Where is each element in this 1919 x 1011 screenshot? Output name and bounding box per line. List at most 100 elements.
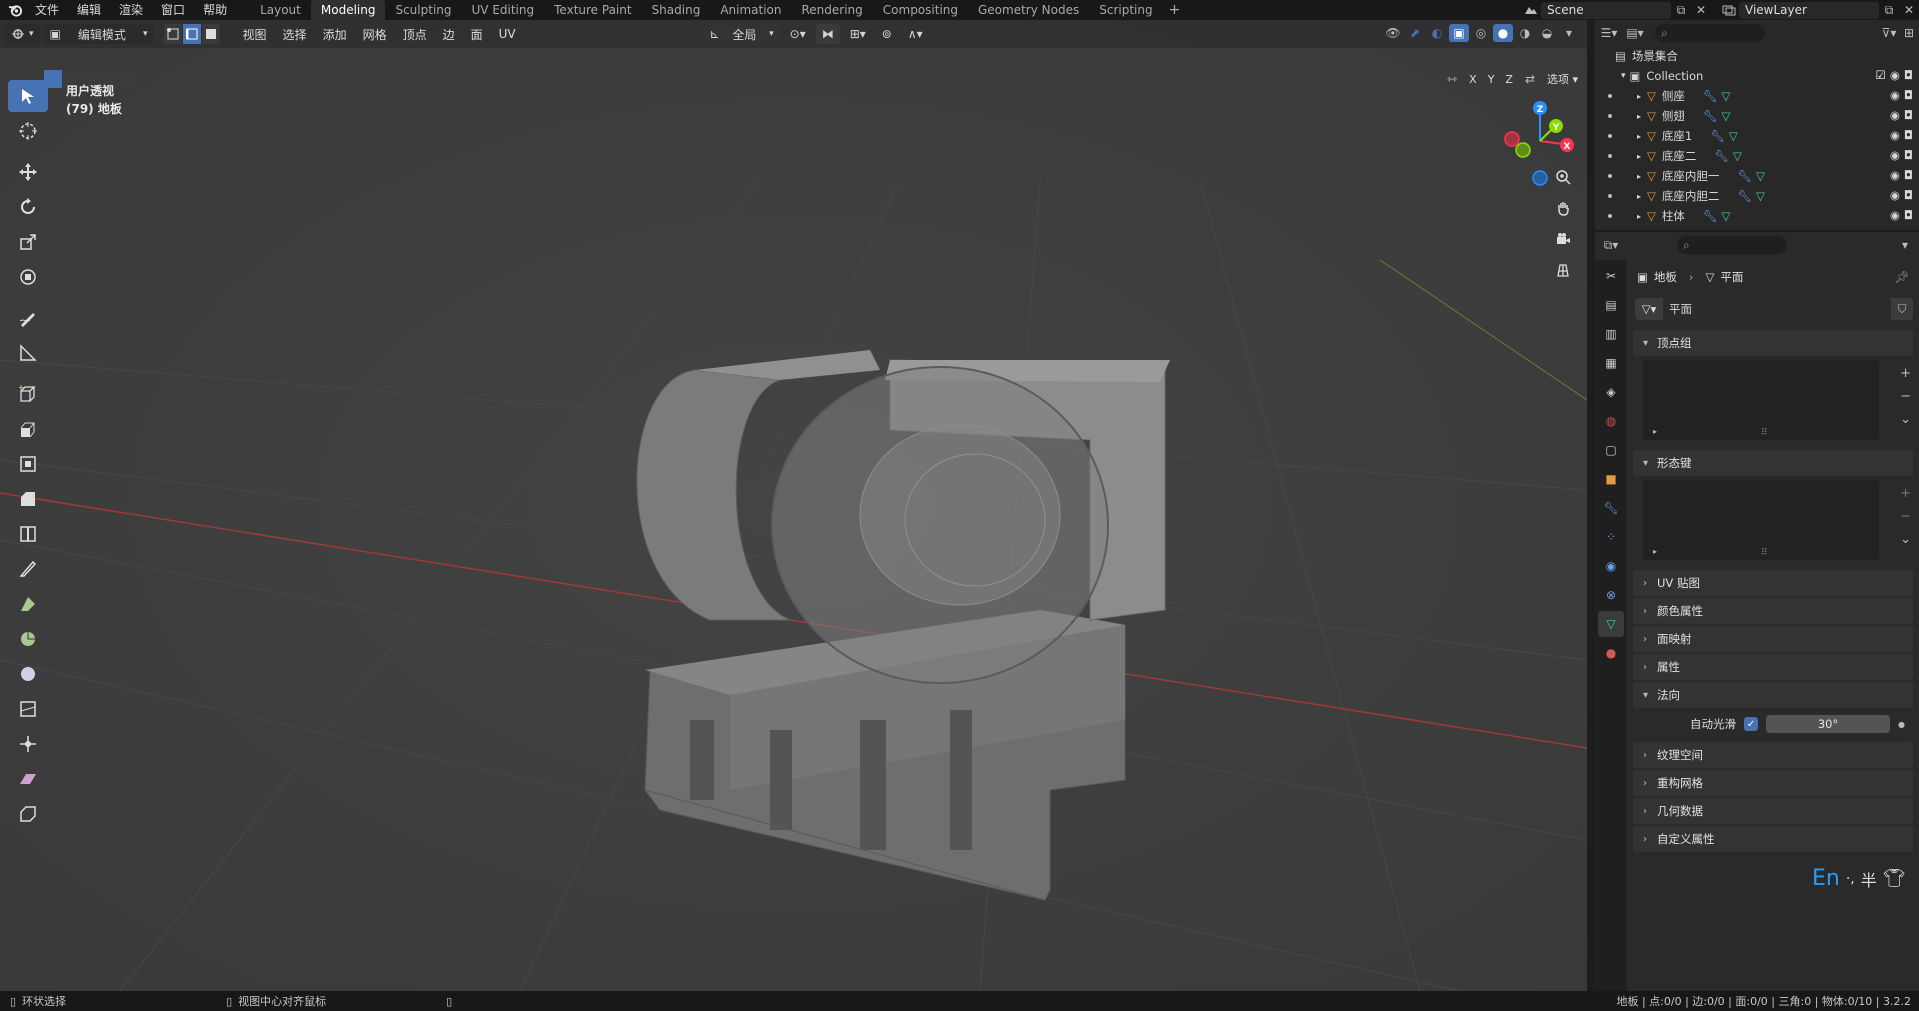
mode-selector[interactable]: ▣ 编辑模式 ▾ — [43, 24, 154, 44]
outliner-object-row[interactable]: ▸ ▽ 柱体 🔧︎ ▽ ◉ ◘ — [1595, 206, 1919, 226]
panel-face-maps[interactable]: › 面映射 — [1633, 626, 1913, 652]
remove-icon[interactable]: − — [1900, 389, 1911, 404]
panel-uv-maps[interactable]: › UV 贴图 — [1633, 570, 1913, 596]
eye-icon[interactable]: ◉ — [1890, 68, 1900, 82]
gizmo-neg-z-axis[interactable] — [1532, 170, 1548, 186]
panel-custom-properties[interactable]: › 自定义属性 — [1633, 826, 1913, 852]
cursor-tool-icon[interactable] — [8, 115, 48, 147]
blender-logo-icon[interactable] — [4, 0, 26, 20]
collection-tab-icon[interactable]: ▢ — [1598, 437, 1624, 463]
eye-icon[interactable]: ◉ — [1890, 88, 1900, 102]
shrink-fatten-tool-icon[interactable] — [8, 728, 48, 760]
editor-type-button[interactable]: ▾ — [4, 24, 40, 44]
smooth-tool-icon[interactable] — [8, 658, 48, 690]
add-icon[interactable]: + — [1900, 366, 1911, 381]
auto-smooth-checkbox[interactable]: ✓ — [1744, 717, 1759, 731]
select-box-tool-icon[interactable] — [8, 80, 48, 112]
expand-arrow-icon[interactable]: ▸ — [1653, 547, 1657, 556]
camera-icon[interactable]: ◘ — [1904, 168, 1913, 182]
tab-animation[interactable]: Animation — [710, 0, 791, 20]
mesh-data-tab-icon[interactable]: ▽ — [1598, 611, 1624, 637]
outliner-object-row[interactable]: ▸ ▽ 底座内胆一 🔧︎ ▽ ◉ ◘ — [1595, 166, 1919, 186]
expand-arrow-icon[interactable]: ▸ — [1653, 427, 1657, 436]
shape-keys-list[interactable]: ▸ ⠿ — [1643, 480, 1879, 560]
eye-icon[interactable]: ◉ — [1890, 148, 1900, 162]
add-icon[interactable]: + — [1900, 486, 1911, 501]
outliner-object-row[interactable]: ▸ ▽ 侧翅 🔧︎ ▽ ◉ ◘ — [1595, 106, 1919, 126]
add-workspace-button[interactable]: + — [1163, 2, 1187, 18]
view-layer-tab-icon[interactable]: ▦ — [1598, 350, 1624, 376]
scene-selector-icon[interactable] — [1521, 1, 1541, 19]
menu-window[interactable]: 窗口 — [152, 0, 194, 20]
view-layer-field[interactable]: ViewLayer — [1739, 1, 1879, 19]
ortho-grid-icon[interactable] — [1550, 257, 1576, 283]
snap-toggle-icon[interactable]: ⧓ — [815, 24, 840, 44]
camera-icon[interactable]: ◘ — [1904, 128, 1913, 142]
tab-layout[interactable]: Layout — [250, 0, 311, 20]
annotate-tool-icon[interactable] — [8, 302, 48, 334]
camera-icon[interactable]: ◘ — [1904, 108, 1913, 122]
tab-uv-editing[interactable]: UV Editing — [462, 0, 545, 20]
tab-modeling[interactable]: Modeling — [310, 0, 386, 20]
mirror-z-toggle[interactable]: Z — [1501, 73, 1517, 86]
menu-view[interactable]: 视图 — [235, 26, 275, 43]
panel-remesh[interactable]: › 重构网格 — [1633, 770, 1913, 796]
xray-toggle-icon[interactable]: ▣ — [1449, 24, 1469, 42]
outliner-search-input[interactable]: ⌕ — [1655, 24, 1765, 42]
transform-orientation-dropdown[interactable]: ⊾ 全局 ▾ — [703, 24, 780, 44]
loop-cut-tool-icon[interactable] — [8, 518, 48, 550]
view-layer-icon[interactable] — [1719, 1, 1739, 19]
measure-tool-icon[interactable] — [8, 337, 48, 369]
expand-arrow-icon[interactable]: ▸ — [1637, 112, 1641, 121]
outliner-editor-type-icon[interactable]: ☰▾ — [1599, 24, 1619, 42]
menu-mesh[interactable]: 网格 — [355, 26, 395, 43]
move-tool-icon[interactable] — [8, 156, 48, 188]
3d-viewport[interactable]: ▾ ▣ 编辑模式 ▾ 视图 选择 添加 网格 顶点 边 面 UV ⊾ 全局 ▾ … — [0, 20, 1587, 991]
poly-build-tool-icon[interactable] — [8, 588, 48, 620]
expand-arrow-icon[interactable]: ▾ — [1621, 71, 1626, 81]
menu-add[interactable]: 添加 — [315, 26, 355, 43]
ime-indicator[interactable]: En ·, 半 👕︎ — [1812, 866, 1906, 891]
auto-smooth-angle-field[interactable]: 30° — [1766, 715, 1891, 733]
new-scene-icon[interactable]: ⧉ — [1671, 1, 1691, 19]
rendered-shading-icon[interactable]: ◒ — [1537, 24, 1557, 42]
mesh-name-input[interactable]: 平面 — [1663, 298, 1891, 320]
scale-tool-icon[interactable] — [8, 226, 48, 258]
delete-view-layer-icon[interactable]: ✕ — [1899, 1, 1919, 19]
menu-help[interactable]: 帮助 — [194, 0, 236, 20]
outliner-object-row[interactable]: ▸ ▽ 底座内胆二 🔧︎ ▽ ◉ ◘ — [1595, 186, 1919, 206]
transform-tool-icon[interactable] — [8, 261, 48, 293]
tab-shading[interactable]: Shading — [642, 0, 711, 20]
menu-uv[interactable]: UV — [491, 27, 524, 41]
scene-tab-icon[interactable]: ◈ — [1598, 379, 1624, 405]
outliner-object-row[interactable]: ▸ ▽ 底座二 🔧︎ ▽ ◉ ◘ — [1595, 146, 1919, 166]
material-shading-icon[interactable]: ◑ — [1515, 24, 1535, 42]
keyframe-dot-icon[interactable]: ● — [1898, 720, 1905, 729]
menu-vertex[interactable]: 顶点 — [395, 26, 435, 43]
camera-icon[interactable]: ◘ — [1904, 88, 1913, 102]
zoom-icon[interactable] — [1550, 164, 1576, 190]
physics-tab-icon[interactable]: ◉ — [1598, 553, 1624, 579]
mirror-y-toggle[interactable]: Y — [1484, 73, 1499, 86]
eye-icon[interactable]: ◉ — [1890, 108, 1900, 122]
select-intersect-icon[interactable] — [120, 70, 138, 88]
visibility-icon[interactable]: 👁 — [1383, 24, 1403, 42]
outliner-object-row[interactable]: ▸ ▽ 侧座 🔧︎ ▽ ◉ ◘ — [1595, 86, 1919, 106]
panel-geometry-data[interactable]: › 几何数据 — [1633, 798, 1913, 824]
solid-shading-icon[interactable]: ● — [1493, 24, 1513, 42]
expand-arrow-icon[interactable]: ▸ — [1637, 152, 1641, 161]
tab-scripting[interactable]: Scripting — [1089, 0, 1162, 20]
render-tab-icon[interactable]: ▤ — [1598, 292, 1624, 318]
knife-tool-icon[interactable] — [8, 553, 48, 585]
options-dropdown[interactable]: 选项 ▾ — [1543, 71, 1582, 87]
menu-edge[interactable]: 边 — [435, 26, 463, 43]
panel-vertex-groups[interactable]: ▾ 顶点组 — [1633, 330, 1913, 356]
overlay-toggle-icon[interactable]: ◐ — [1427, 24, 1447, 42]
shading-options-icon[interactable]: ▾ — [1559, 24, 1579, 42]
filter-icon[interactable]: ⊽▾ — [1879, 24, 1899, 42]
rip-region-tool-icon[interactable] — [8, 798, 48, 830]
gizmo-neg-x-axis[interactable] — [1504, 131, 1520, 147]
edge-select-button[interactable] — [182, 24, 202, 44]
tab-sculpting[interactable]: Sculpting — [385, 0, 461, 20]
modifier-tab-icon[interactable]: 🔧︎ — [1598, 495, 1624, 521]
